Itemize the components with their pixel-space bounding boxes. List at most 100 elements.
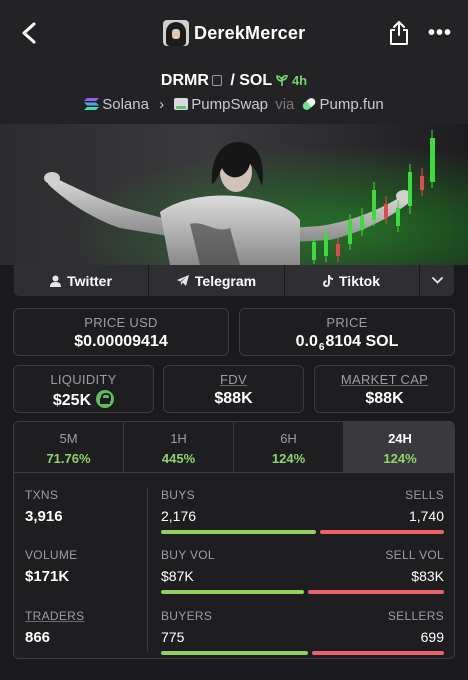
txns-stat: TXNS 3,916 [25, 488, 63, 525]
pair-separator: / [230, 72, 235, 89]
tab-24h[interactable]: 24H 124% [343, 422, 454, 472]
chevron-left-icon[interactable] [18, 20, 42, 46]
telegram-label: Telegram [194, 272, 257, 289]
volume-split-row: BUY VOL SELL VOL $87K $83K [161, 548, 444, 598]
tab-1h[interactable]: 1H 445% [123, 422, 233, 472]
pair-info: DRMR / SOL 4h Solana › PumpSwap via Pump… [0, 66, 468, 124]
telegram-icon [176, 275, 189, 286]
sprout-icon [276, 74, 289, 86]
sells-label: SELLS [405, 488, 444, 502]
quote-symbol: SOL [239, 72, 272, 89]
traders-stat: TRADERS 866 [25, 609, 84, 646]
tab-6h[interactable]: 6H 124% [233, 422, 343, 472]
ellipsis-icon[interactable]: ••• [428, 23, 452, 43]
tab-change: 445% [161, 451, 196, 466]
sell-vol-label: SELL VOL [385, 548, 444, 562]
token-banner [0, 124, 468, 265]
page-title: DerekMercer [194, 23, 306, 43]
pair-title: DRMR / SOL 4h [0, 72, 468, 90]
buys-label: BUYS [161, 488, 195, 502]
price-usd-value: $0.00009414 [74, 333, 168, 350]
banner-image [0, 124, 468, 265]
buys-value: 2,176 [161, 508, 197, 524]
market-cap-card: MARKET CAP $88K [314, 365, 455, 413]
traders-label[interactable]: TRADERS [25, 609, 84, 623]
base-symbol: DRMR [160, 72, 209, 89]
price-usd-card: PRICE USD $0.00009414 [13, 308, 229, 356]
price-native-value: 0.068104 SOL [240, 333, 454, 353]
stats-panel: 5M 71.76% 1H 445% 6H 124% 24H 124% TXNS … [13, 421, 455, 659]
twitter-link[interactable]: Twitter [14, 265, 148, 296]
dex-name[interactable]: PumpSwap [191, 96, 268, 113]
tab-label: 5M [59, 431, 78, 446]
price-native-prefix: 0.0 [295, 333, 318, 350]
liquidity-card: LIQUIDITY $25K [13, 365, 154, 413]
price-native-digits: 8104 SOL [325, 333, 399, 350]
pair-age: 4h [276, 73, 307, 88]
sells-value: 1,740 [408, 508, 444, 524]
liquidity-value: $25K [52, 392, 92, 409]
tab-5m[interactable]: 5M 71.76% [14, 422, 123, 472]
chain-name[interactable]: Solana [102, 96, 149, 113]
sellers-bar [312, 651, 444, 655]
sellers-value: 699 [420, 629, 444, 645]
top-bar: DerekMercer ••• [0, 0, 468, 66]
copy-icon[interactable] [211, 75, 222, 86]
fdv-value: $88K [214, 390, 253, 407]
fdv-card: FDV $88K [163, 365, 304, 413]
tab-change: 124% [271, 451, 306, 466]
price-native-zeros: 6 [318, 342, 325, 353]
tiktok-icon [323, 274, 333, 287]
txns-label: TXNS [25, 488, 59, 502]
sellers-label: SELLERS [387, 609, 444, 623]
buy-vol-label: BUY VOL [161, 548, 215, 562]
volume-stat: VOLUME $171K [25, 548, 77, 585]
avatar [163, 20, 189, 46]
pumpswap-icon [174, 98, 189, 110]
market-cap-label[interactable]: MARKET CAP [315, 372, 454, 387]
solana-icon [84, 98, 100, 110]
sell-vol-bar [308, 590, 444, 594]
buyers-label: BUYERS [161, 609, 213, 623]
chevron-down-icon [431, 277, 443, 284]
txns-value: 3,916 [25, 508, 63, 525]
buyers-bar [161, 651, 308, 655]
telegram-link[interactable]: Telegram [148, 265, 284, 296]
tab-label: 6H [280, 431, 297, 446]
tab-change: 71.76% [46, 451, 91, 466]
social-expand-button[interactable] [419, 265, 454, 296]
price-native-card: PRICE 0.068104 SOL [239, 308, 455, 356]
tab-label: 24H [388, 431, 412, 446]
buys-bar [161, 530, 316, 534]
traders-value: 866 [25, 629, 51, 646]
user-icon [50, 275, 62, 287]
price-native-label: PRICE [326, 315, 368, 330]
social-links: Twitter Telegram Tiktok [14, 265, 454, 296]
share-icon[interactable] [388, 20, 410, 46]
volume-label: VOLUME [25, 548, 78, 562]
market-cap-value: $88K [365, 390, 404, 407]
lock-icon[interactable] [96, 390, 115, 408]
tiktok-link[interactable]: Tiktok [284, 265, 418, 296]
pumpfun-icon [300, 96, 317, 112]
chain-breadcrumb: Solana › PumpSwap via Pump.fun [0, 96, 468, 113]
buyers-sellers-row: BUYERS SELLERS 775 699 [161, 609, 444, 658]
sells-bar [320, 530, 444, 534]
buy-vol-value: $87K [161, 568, 194, 584]
launchpad-name[interactable]: Pump.fun [320, 96, 384, 113]
pair-age-value: 4h [291, 73, 308, 88]
price-usd-label: PRICE USD [84, 315, 158, 330]
sell-vol-value: $83K [411, 568, 444, 584]
via-label: via [275, 96, 295, 113]
volume-value: $171K [25, 568, 70, 585]
stats-divider [147, 488, 148, 652]
liquidity-label: LIQUIDITY [50, 372, 117, 387]
breadcrumb-chevron: › [159, 96, 165, 113]
tab-label: 1H [170, 431, 187, 446]
twitter-label: Twitter [67, 272, 112, 289]
buyers-value: 775 [161, 629, 185, 645]
tiktok-label: Tiktok [339, 272, 380, 289]
tab-change: 124% [383, 451, 417, 466]
fdv-label[interactable]: FDV [164, 372, 303, 387]
buy-vol-bar [161, 590, 304, 594]
